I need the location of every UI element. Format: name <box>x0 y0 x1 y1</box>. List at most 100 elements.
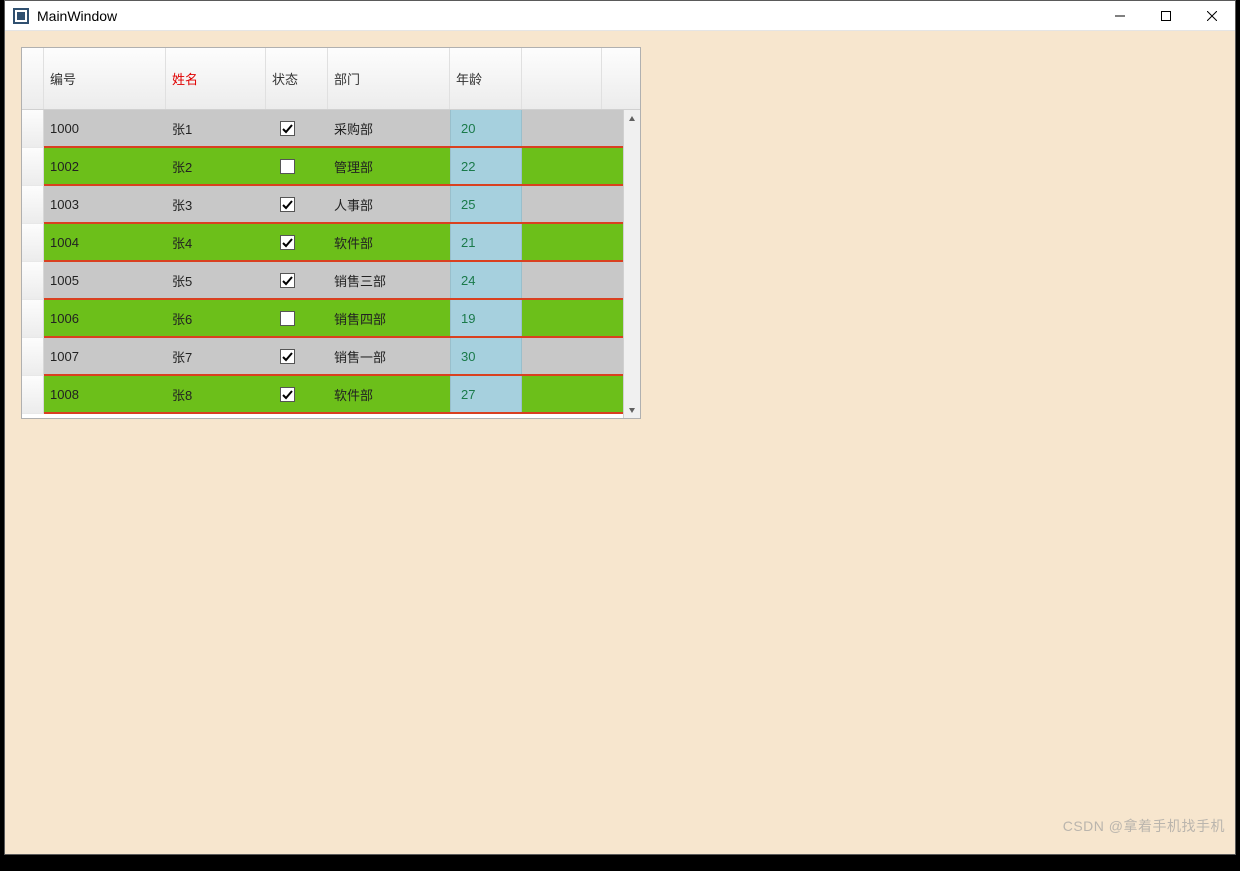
row-header-corner <box>22 48 44 109</box>
cell-status <box>266 262 328 298</box>
cell-name[interactable]: 张4 <box>166 224 266 260</box>
row-strip: 1007张7 销售一部30 <box>44 338 640 376</box>
cell-age[interactable]: 30 <box>450 338 522 374</box>
cell-extra[interactable] <box>522 338 602 374</box>
cell-status <box>266 224 328 260</box>
table-row[interactable]: 1008张8 软件部27 <box>22 376 640 414</box>
row-header[interactable] <box>22 262 44 300</box>
cell-status <box>266 338 328 374</box>
cell-name[interactable]: 张2 <box>166 148 266 184</box>
header-name[interactable]: 姓名 <box>166 48 266 109</box>
cell-name[interactable]: 张1 <box>166 110 266 146</box>
cell-id[interactable]: 1003 <box>44 186 166 222</box>
app-icon <box>13 8 29 24</box>
table-row[interactable]: 1007张7 销售一部30 <box>22 338 640 376</box>
row-strip: 1000张1 采购部20 <box>44 110 640 148</box>
cell-dept[interactable]: 人事部 <box>328 186 450 222</box>
status-checkbox[interactable] <box>280 121 295 136</box>
table-row[interactable]: 1003张3 人事部25 <box>22 186 640 224</box>
row-header[interactable] <box>22 110 44 148</box>
cell-age[interactable]: 24 <box>450 262 522 298</box>
table-row[interactable]: 1006张6 销售四部19 <box>22 300 640 338</box>
cell-extra[interactable] <box>522 300 602 336</box>
cell-extra[interactable] <box>522 110 602 146</box>
cell-dept[interactable]: 软件部 <box>328 224 450 260</box>
header-age[interactable]: 年龄 <box>450 48 522 109</box>
cell-extra[interactable] <box>522 262 602 298</box>
status-checkbox[interactable] <box>280 387 295 402</box>
header-extra[interactable] <box>522 48 602 109</box>
status-checkbox[interactable] <box>280 235 295 250</box>
cell-name[interactable]: 张8 <box>166 376 266 412</box>
cell-id[interactable]: 1006 <box>44 300 166 336</box>
row-strip: 1008张8 软件部27 <box>44 376 640 414</box>
cell-dept[interactable]: 销售三部 <box>328 262 450 298</box>
cell-age[interactable]: 22 <box>450 148 522 184</box>
cell-id[interactable]: 1007 <box>44 338 166 374</box>
maximize-button[interactable] <box>1143 1 1189 30</box>
header-dept[interactable]: 部门 <box>328 48 450 109</box>
table-row[interactable]: 1004张4 软件部21 <box>22 224 640 262</box>
scroll-up-button[interactable] <box>624 110 640 127</box>
cell-age[interactable]: 21 <box>450 224 522 260</box>
window-controls <box>1097 1 1235 30</box>
cell-extra[interactable] <box>522 148 602 184</box>
row-strip: 1005张5 销售三部24 <box>44 262 640 300</box>
vertical-scrollbar[interactable] <box>623 110 640 418</box>
cell-dept[interactable]: 采购部 <box>328 110 450 146</box>
cell-name[interactable]: 张7 <box>166 338 266 374</box>
cell-id[interactable]: 1002 <box>44 148 166 184</box>
cell-extra[interactable] <box>522 376 602 412</box>
status-checkbox[interactable] <box>280 159 295 174</box>
minimize-button[interactable] <box>1097 1 1143 30</box>
header-id[interactable]: 编号 <box>44 48 166 109</box>
cell-id[interactable]: 1005 <box>44 262 166 298</box>
grid-body: 1000张1 采购部20 1002张2 管理部22 1003张3 人事部25 1004张4 软… <box>22 110 640 418</box>
status-checkbox[interactable] <box>280 349 295 364</box>
header-row: 编号 姓名 状态 部门 年龄 <box>22 48 640 110</box>
cell-dept[interactable]: 销售四部 <box>328 300 450 336</box>
cell-status <box>266 148 328 184</box>
cell-name[interactable]: 张5 <box>166 262 266 298</box>
cell-age[interactable]: 20 <box>450 110 522 146</box>
header-status[interactable]: 状态 <box>266 48 328 109</box>
row-header[interactable] <box>22 338 44 376</box>
cell-id[interactable]: 1008 <box>44 376 166 412</box>
row-header[interactable] <box>22 300 44 338</box>
table-row[interactable]: 1005张5 销售三部24 <box>22 262 640 300</box>
status-checkbox[interactable] <box>280 273 295 288</box>
cell-name[interactable]: 张6 <box>166 300 266 336</box>
row-header[interactable] <box>22 224 44 262</box>
cell-status <box>266 110 328 146</box>
cell-status <box>266 376 328 412</box>
row-strip: 1002张2 管理部22 <box>44 148 640 186</box>
scroll-down-button[interactable] <box>624 401 640 418</box>
cell-id[interactable]: 1000 <box>44 110 166 146</box>
client-area: 编号 姓名 状态 部门 年龄 1000张1采购部201002张2管理部22100… <box>5 31 1235 854</box>
cell-extra[interactable] <box>522 224 602 260</box>
cell-name[interactable]: 张3 <box>166 186 266 222</box>
cell-age[interactable]: 19 <box>450 300 522 336</box>
table-row[interactable]: 1002张2 管理部22 <box>22 148 640 186</box>
cell-age[interactable]: 27 <box>450 376 522 412</box>
status-checkbox[interactable] <box>280 197 295 212</box>
titlebar[interactable]: MainWindow <box>5 1 1235 31</box>
row-header[interactable] <box>22 376 44 414</box>
table-row[interactable]: 1000张1 采购部20 <box>22 110 640 148</box>
watermark: CSDN @拿着手机找手机 <box>1063 816 1225 836</box>
cell-status <box>266 186 328 222</box>
cell-extra[interactable] <box>522 186 602 222</box>
cell-dept[interactable]: 软件部 <box>328 376 450 412</box>
cell-dept[interactable]: 管理部 <box>328 148 450 184</box>
cell-status <box>266 300 328 336</box>
row-strip: 1004张4 软件部21 <box>44 224 640 262</box>
row-header[interactable] <box>22 186 44 224</box>
cell-age[interactable]: 25 <box>450 186 522 222</box>
data-grid[interactable]: 编号 姓名 状态 部门 年龄 1000张1采购部201002张2管理部22100… <box>21 47 641 419</box>
row-strip: 1003张3 人事部25 <box>44 186 640 224</box>
cell-dept[interactable]: 销售一部 <box>328 338 450 374</box>
row-header[interactable] <box>22 148 44 186</box>
status-checkbox[interactable] <box>280 311 295 326</box>
cell-id[interactable]: 1004 <box>44 224 166 260</box>
close-button[interactable] <box>1189 1 1235 30</box>
